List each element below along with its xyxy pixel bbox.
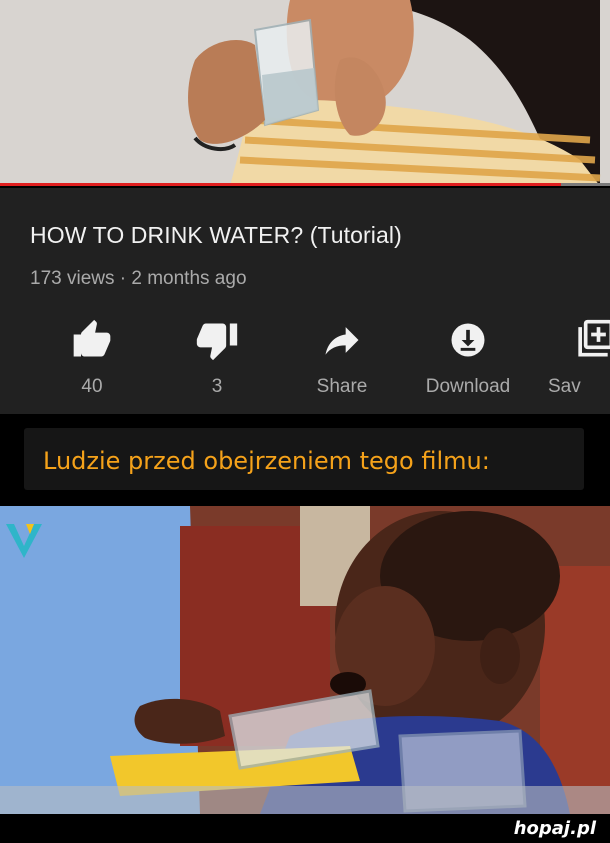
download-icon — [413, 318, 523, 362]
site-watermark[interactable]: hopaj.pl — [514, 818, 596, 839]
share-arrow-icon — [287, 318, 397, 362]
dislike-count: 3 — [211, 376, 223, 397]
share-button[interactable]: Share — [287, 318, 397, 398]
footer: hopaj.pl — [0, 814, 610, 843]
save-label: Sav — [548, 376, 581, 397]
caption-band: Ludzie przed obejrzeniem tego filmu: — [0, 414, 610, 506]
like-button[interactable]: 40 — [37, 318, 147, 398]
caption-text: Ludzie przed obejrzeniem tego filmu: — [43, 447, 490, 475]
save-button[interactable]: Sav — [538, 318, 610, 398]
download-label: Download — [425, 376, 511, 397]
girl-drinking-illustration — [0, 0, 610, 186]
reaction-image — [0, 506, 610, 814]
video-title[interactable]: HOW TO DRINK WATER? (Tutorial) — [30, 222, 402, 249]
thumbs-up-icon — [37, 318, 147, 362]
thumbs-down-icon — [162, 318, 272, 362]
video-progress-fill — [0, 183, 562, 186]
dislike-button[interactable]: 3 — [162, 318, 272, 398]
download-button[interactable]: Download — [413, 318, 523, 398]
video-progress-bar[interactable] — [0, 183, 610, 186]
boy-drinking-illustration — [0, 506, 610, 814]
like-count: 40 — [81, 376, 103, 397]
video-thumbnail[interactable] — [0, 0, 610, 186]
share-label: Share — [316, 376, 368, 397]
add-to-playlist-icon — [538, 318, 610, 362]
video-meta: 173 views · 2 months ago — [30, 268, 247, 289]
video-info-panel: HOW TO DRINK WATER? (Tutorial) 173 views… — [0, 188, 610, 414]
action-bar: 40 3 Share Download Sav — [0, 318, 610, 408]
